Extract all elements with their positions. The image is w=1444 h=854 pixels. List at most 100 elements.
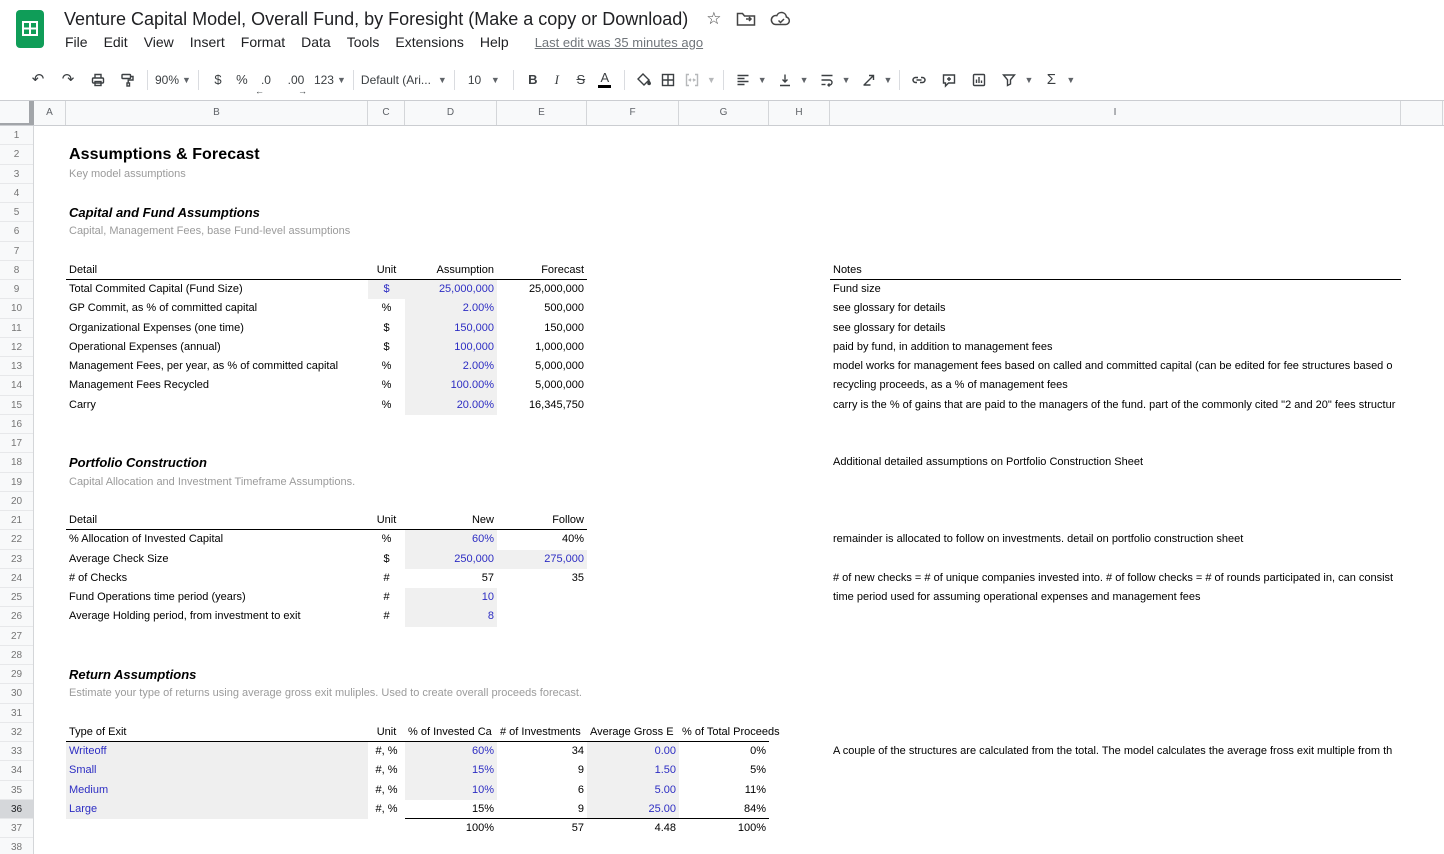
cell-B18[interactable]: Portfolio Construction [66,453,368,472]
cell-B34[interactable]: Small [66,761,368,780]
cell-C33[interactable]: #, % [368,742,405,761]
cell-D14[interactable]: 100.00% [405,376,497,395]
cell-E12[interactable]: 1,000,000 [497,338,587,357]
format-percent-button[interactable]: % [230,68,254,92]
print-icon[interactable] [86,68,110,92]
column-header-A[interactable]: A [34,101,66,125]
menu-insert[interactable]: Insert [190,34,225,50]
cell-C36[interactable]: #, % [368,800,405,819]
cell-E34[interactable]: 9 [497,761,587,780]
strikethrough-button[interactable]: S [569,68,593,92]
vertical-align-dropdown[interactable]: ▼ [800,75,809,85]
cell-B21[interactable]: Detail [66,511,368,530]
cell-B25[interactable]: Fund Operations time period (years) [66,588,368,607]
menu-help[interactable]: Help [480,34,509,50]
cell-I10[interactable]: see glossary for details [830,299,1401,318]
column-header-I[interactable]: I [830,101,1401,125]
document-title[interactable]: Venture Capital Model, Overall Fund, by … [64,9,688,30]
cell-B12[interactable]: Operational Expenses (annual) [66,338,368,357]
redo-icon[interactable]: ↷ [56,68,80,92]
fill-color-icon[interactable] [632,68,656,92]
cell-B13[interactable]: Management Fees, per year, as % of commi… [66,357,368,376]
cell-C8[interactable]: Unit [368,261,405,280]
cell-I15[interactable]: carry is the % of gains that are paid to… [830,396,1401,415]
cell-B10[interactable]: GP Commit, as % of committed capital [66,299,368,318]
cell-E14[interactable]: 5,000,000 [497,376,587,395]
cell-C9[interactable]: $ [368,280,405,299]
cell-F35[interactable]: 5.00 [587,781,679,800]
zoom-select[interactable]: 90%▼ [155,68,191,92]
cell-C32[interactable]: Unit [368,723,405,742]
cell-D12[interactable]: 100,000 [405,338,497,357]
font-select[interactable]: Default (Ari...▼ [361,68,447,92]
cell-F34[interactable]: 1.50 [587,761,679,780]
cell-I22[interactable]: remainder is allocated to follow on inve… [830,530,1401,549]
cell-C15[interactable]: % [368,396,405,415]
cell-C12[interactable]: $ [368,338,405,357]
menu-tools[interactable]: Tools [347,34,380,50]
cell-E22[interactable]: 40% [497,530,587,549]
cell-B33[interactable]: Writeoff [66,742,368,761]
cell-E9[interactable]: 25,000,000 [497,280,587,299]
cell-I13[interactable]: model works for management fees based on… [830,357,1401,376]
cell-E13[interactable]: 5,000,000 [497,357,587,376]
cell-B30[interactable]: Estimate your type of returns using aver… [66,684,368,703]
horizontal-align-icon[interactable] [731,68,755,92]
cell-C11[interactable]: $ [368,319,405,338]
cell-E8[interactable]: Forecast [497,261,587,280]
format-currency-button[interactable]: $ [206,68,230,92]
cell-B2[interactable]: Assumptions & Forecast [66,145,368,164]
cell-I12[interactable]: paid by fund, in addition to management … [830,338,1401,357]
merge-dropdown[interactable]: ▼ [707,75,716,85]
more-formats-button[interactable]: 123▼ [314,68,346,92]
cell-B11[interactable]: Organizational Expenses (one time) [66,319,368,338]
last-edit-link[interactable]: Last edit was 35 minutes ago [535,35,703,50]
cell-D15[interactable]: 20.00% [405,396,497,415]
cell-D10[interactable]: 2.00% [405,299,497,318]
cell-C26[interactable]: # [368,607,405,626]
column-header-D[interactable]: D [405,101,497,125]
menu-view[interactable]: View [144,34,174,50]
cell-F32[interactable]: Average Gross E [587,723,679,742]
cloud-status-icon[interactable] [770,11,792,27]
cell-C35[interactable]: #, % [368,781,405,800]
decrease-decimal-button[interactable]: .0← [254,68,278,92]
cell-D33[interactable]: 60% [405,742,497,761]
column-header-F[interactable]: F [587,101,679,125]
cell-B19[interactable]: Capital Allocation and Investment Timefr… [66,473,368,492]
vertical-align-icon[interactable] [773,68,797,92]
cell-E11[interactable]: 150,000 [497,319,587,338]
cell-B35[interactable]: Medium [66,781,368,800]
cell-C24[interactable]: # [368,569,405,588]
text-wrap-icon[interactable] [815,68,839,92]
cell-B3[interactable]: Key model assumptions [66,165,368,184]
cell-D35[interactable]: 10% [405,781,497,800]
paint-format-icon[interactable] [116,68,140,92]
cell-D22[interactable]: 60% [405,530,497,549]
column-header-C[interactable]: C [368,101,405,125]
cell-I9[interactable]: Fund size [830,280,1401,299]
cell-I24[interactable]: # of new checks = # of unique companies … [830,569,1401,588]
cell-B29[interactable]: Return Assumptions [66,665,368,684]
insert-comment-icon[interactable] [937,68,961,92]
cell-G36[interactable]: 84% [679,800,769,819]
cell-D8[interactable]: Assumption [405,261,497,280]
cell-B36[interactable]: Large [66,800,368,819]
menu-file[interactable]: File [65,34,88,50]
cell-D24[interactable]: 57 [405,569,497,588]
cell-G33[interactable]: 0% [679,742,769,761]
menu-format[interactable]: Format [241,34,285,50]
cell-C22[interactable]: % [368,530,405,549]
cell-B32[interactable]: Type of Exit [66,723,368,742]
cell-B9[interactable]: Total Commited Capital (Fund Size) [66,280,368,299]
cell-E10[interactable]: 500,000 [497,299,587,318]
cell-C34[interactable]: #, % [368,761,405,780]
cell-D23[interactable]: 250,000 [405,550,497,569]
cell-I18[interactable]: Additional detailed assumptions on Portf… [830,453,1401,472]
cell-B8[interactable]: Detail [66,261,368,280]
cell-C14[interactable]: % [368,376,405,395]
cell-C13[interactable]: % [368,357,405,376]
cell-F33[interactable]: 0.00 [587,742,679,761]
cell-D9[interactable]: 25,000,000 [405,280,497,299]
cell-G37[interactable]: 100% [679,819,769,838]
